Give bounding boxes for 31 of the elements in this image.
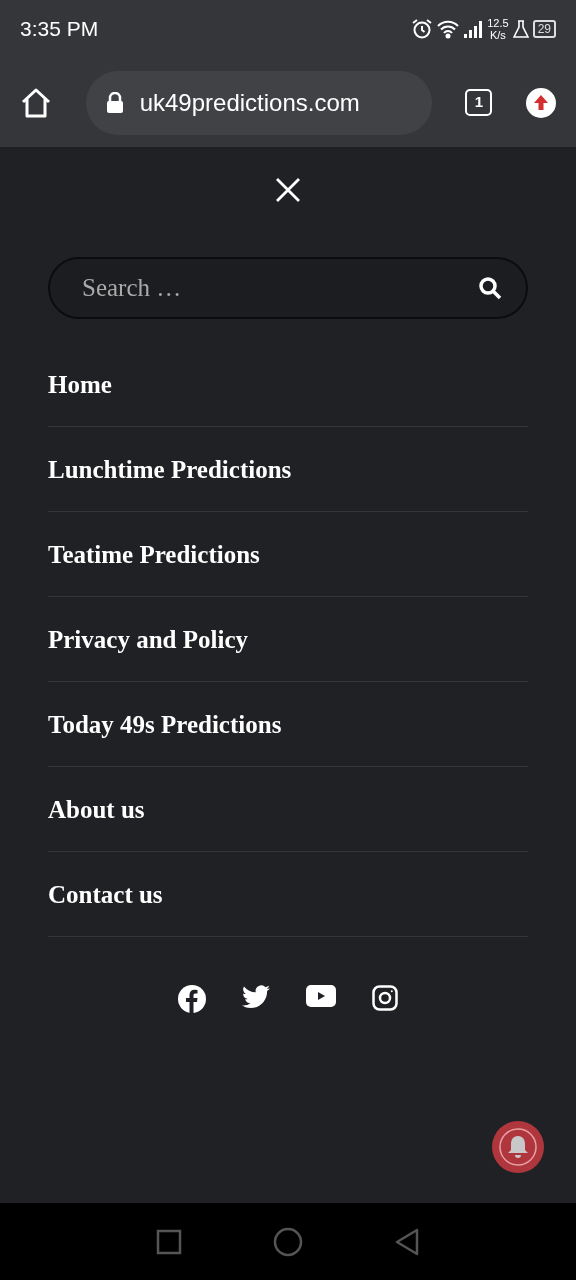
home-button-icon[interactable] xyxy=(273,1226,303,1257)
twitter-icon[interactable] xyxy=(242,985,270,1009)
back-icon[interactable] xyxy=(394,1227,421,1256)
address-bar[interactable]: uk49predictions.com xyxy=(85,70,432,135)
flask-icon xyxy=(512,20,529,38)
youtube-icon[interactable] xyxy=(306,985,336,1007)
menu-link[interactable]: Contact us xyxy=(48,852,528,937)
status-time: 3:35 PM xyxy=(20,16,99,43)
url-text: uk49predictions.com xyxy=(139,87,360,118)
menu-link[interactable]: Lunchtime Predictions xyxy=(48,427,528,512)
close-icon[interactable] xyxy=(275,177,301,203)
wifi-icon xyxy=(437,19,460,39)
network-speed: 12.5 xyxy=(487,17,509,29)
network-speed-unit: K/s xyxy=(488,29,507,41)
alarm-icon xyxy=(411,18,434,40)
menu-link[interactable]: Home xyxy=(48,342,528,427)
instagram-icon[interactable] xyxy=(372,985,398,1011)
lock-icon xyxy=(105,91,124,114)
recent-apps-icon[interactable] xyxy=(155,1228,182,1255)
search-field[interactable]: Search … xyxy=(48,257,528,319)
home-icon[interactable] xyxy=(20,87,52,118)
facebook-icon[interactable] xyxy=(178,985,206,1013)
tab-count-button[interactable]: 1 xyxy=(465,89,493,116)
menu-link[interactable]: Privacy and Policy xyxy=(48,597,528,682)
menu-link[interactable]: Teatime Predictions xyxy=(48,512,528,597)
signal-icon xyxy=(463,20,484,38)
battery-level: 29 xyxy=(532,20,556,38)
menu-link[interactable]: Today 49s Predictions xyxy=(48,682,528,767)
menu-link[interactable]: About us xyxy=(48,767,528,852)
search-icon[interactable] xyxy=(478,276,502,300)
notification-bell-button[interactable] xyxy=(492,1121,544,1173)
